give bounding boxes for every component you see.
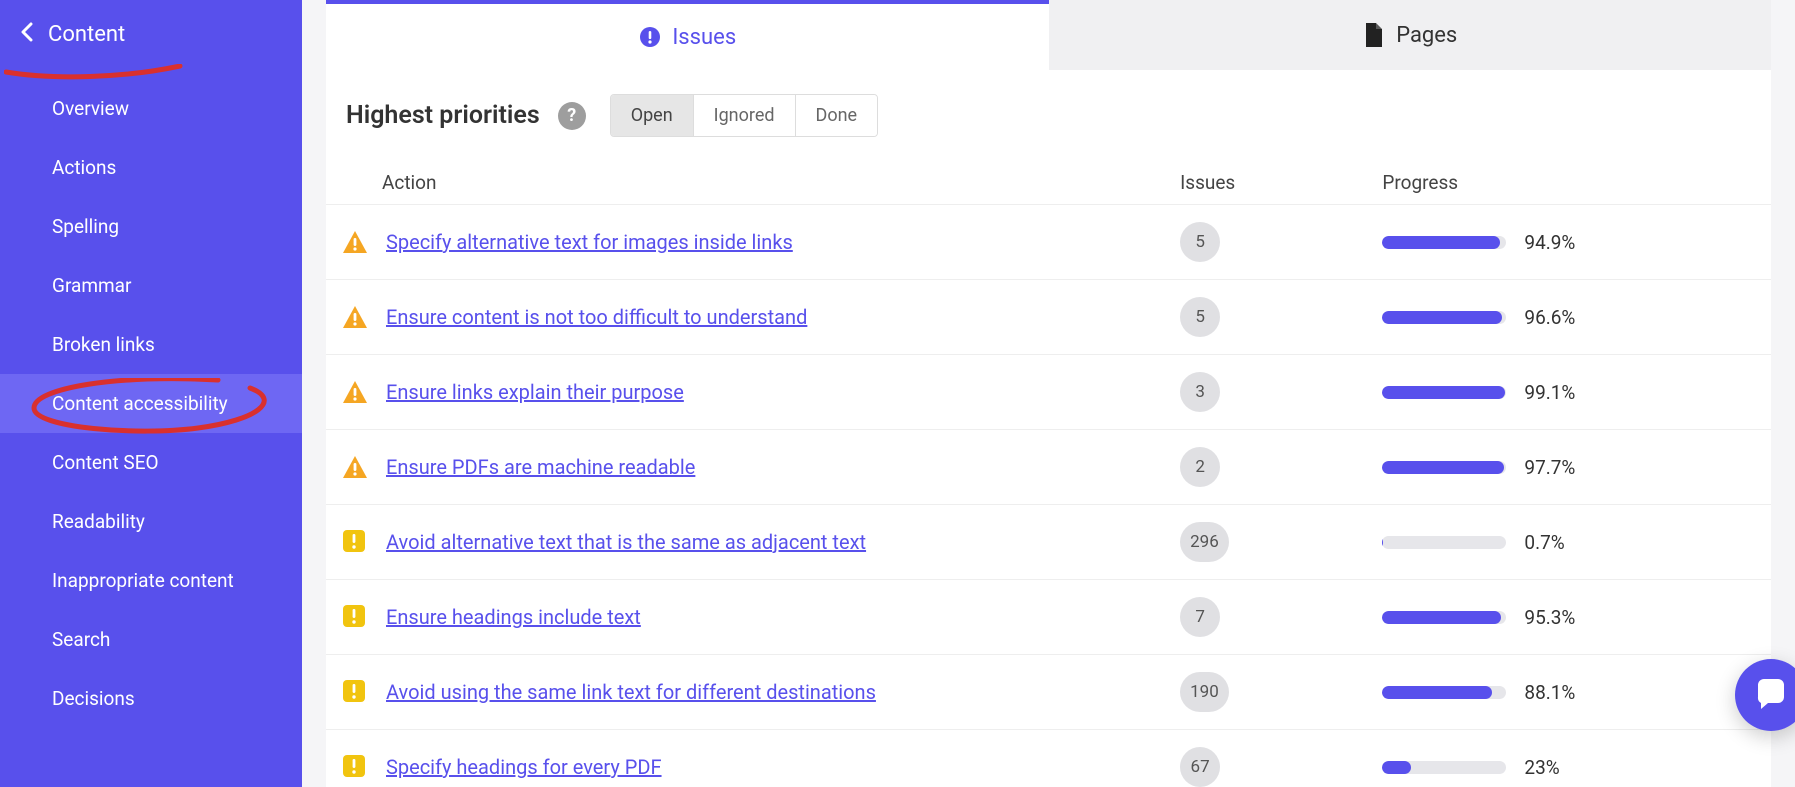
col-issues: Issues <box>1164 161 1366 205</box>
table-row: Avoid alternative text that is the same … <box>326 505 1771 580</box>
filter-ignored[interactable]: Ignored <box>694 95 796 136</box>
filter-segmented: Open Ignored Done <box>610 94 878 137</box>
sidebar-item-spelling[interactable]: Spelling <box>0 197 302 256</box>
sidebar-item-inappropriate-content[interactable]: Inappropriate content <box>0 551 302 610</box>
panel-title: Highest priorities <box>346 101 540 130</box>
main: Issues Pages Highest priorities ? Open I… <box>302 0 1795 787</box>
sidebar-title: Content <box>48 22 125 47</box>
chat-icon <box>1754 676 1788 714</box>
panel: Highest priorities ? Open Ignored Done A… <box>326 70 1771 787</box>
sidebar-item-content-accessibility[interactable]: Content accessibility <box>0 374 302 433</box>
progress-bar <box>1382 761 1506 774</box>
progress-percent: 0.7% <box>1524 531 1582 554</box>
issues-count-badge: 3 <box>1180 372 1220 412</box>
sidebar-item-label: Search <box>52 628 110 651</box>
progress-bar <box>1382 536 1506 549</box>
sidebar-item-grammar[interactable]: Grammar <box>0 256 302 315</box>
action-link[interactable]: Ensure headings include text <box>386 605 641 629</box>
warning-triangle-icon <box>342 229 368 255</box>
app-root: Content Overview Actions Spelling Grammar Br… <box>0 0 1795 787</box>
warning-square-icon <box>342 604 368 630</box>
panel-header: Highest priorities ? Open Ignored Done <box>326 70 1771 161</box>
sidebar-item-label: Inappropriate content <box>52 569 234 592</box>
document-icon <box>1362 23 1386 47</box>
priorities-rows: Specify alternative text for images insi… <box>326 205 1771 787</box>
warning-square-icon <box>342 529 368 555</box>
sidebar-item-label: Grammar <box>52 274 131 297</box>
table-row: Specify headings for every PDF 67 23% <box>326 730 1771 787</box>
progress-percent: 23% <box>1524 756 1582 779</box>
progress-percent: 95.3% <box>1524 606 1582 629</box>
issues-count-badge: 190 <box>1180 672 1229 712</box>
progress-percent: 94.9% <box>1524 231 1582 254</box>
table-row: Ensure content is not too difficult to u… <box>326 280 1771 355</box>
issues-count-badge: 7 <box>1180 597 1220 637</box>
table-row: Ensure headings include text 7 95.3% <box>326 580 1771 655</box>
issues-count-badge: 5 <box>1180 297 1220 337</box>
sidebar-item-actions[interactable]: Actions <box>0 138 302 197</box>
action-link[interactable]: Specify alternative text for images insi… <box>386 230 793 254</box>
table-row: Ensure links explain their purpose 3 99.1% <box>326 355 1771 430</box>
action-link[interactable]: Avoid using the same link text for diffe… <box>386 680 876 704</box>
sidebar-back[interactable]: Content <box>0 8 302 61</box>
action-link[interactable]: Ensure PDFs are machine readable <box>386 455 695 479</box>
sidebar-item-decisions[interactable]: Decisions <box>0 669 302 728</box>
warning-triangle-icon <box>342 379 368 405</box>
action-link[interactable]: Avoid alternative text that is the same … <box>386 530 866 554</box>
issues-count-badge: 67 <box>1180 747 1220 787</box>
table-row: Specify alternative text for images insi… <box>326 205 1771 280</box>
tab-issues-label: Issues <box>672 25 736 50</box>
warning-triangle-icon <box>342 304 368 330</box>
sidebar: Content Overview Actions Spelling Grammar Br… <box>0 0 302 787</box>
tab-pages[interactable]: Pages <box>1049 0 1772 70</box>
chevron-left-icon <box>20 22 36 47</box>
sidebar-item-label: Spelling <box>52 215 119 238</box>
col-progress: Progress <box>1366 161 1771 205</box>
warning-triangle-icon <box>342 454 368 480</box>
sidebar-item-label: Content SEO <box>52 451 159 474</box>
progress-percent: 88.1% <box>1524 681 1582 704</box>
progress-percent: 97.7% <box>1524 456 1582 479</box>
sidebar-item-label: Broken links <box>52 333 155 356</box>
progress-bar <box>1382 236 1506 249</box>
progress-percent: 99.1% <box>1524 381 1582 404</box>
warning-square-icon <box>342 754 368 780</box>
sidebar-item-label: Overview <box>52 97 129 120</box>
issues-count-badge: 5 <box>1180 222 1220 262</box>
tab-issues[interactable]: Issues <box>326 0 1049 70</box>
table-row: Ensure PDFs are machine readable 2 97.7% <box>326 430 1771 505</box>
action-link[interactable]: Ensure links explain their purpose <box>386 380 684 404</box>
progress-bar <box>1382 686 1506 699</box>
sidebar-item-readability[interactable]: Readability <box>0 492 302 551</box>
warning-square-icon <box>342 679 368 705</box>
progress-percent: 96.6% <box>1524 306 1582 329</box>
sidebar-item-label: Actions <box>52 156 116 179</box>
help-icon[interactable]: ? <box>558 102 586 130</box>
table-row: Avoid using the same link text for diffe… <box>326 655 1771 730</box>
priorities-table: Action Issues Progress Specify alternati… <box>326 161 1771 787</box>
action-link[interactable]: Ensure content is not too difficult to u… <box>386 305 807 329</box>
sidebar-nav: Overview Actions Spelling Grammar Broken lin… <box>0 79 302 728</box>
tab-pages-label: Pages <box>1396 23 1457 48</box>
sidebar-item-label: Decisions <box>52 687 135 710</box>
action-link[interactable]: Specify headings for every PDF <box>386 755 662 779</box>
progress-bar <box>1382 611 1506 624</box>
sidebar-item-label: Content accessibility <box>52 392 228 415</box>
progress-bar <box>1382 386 1506 399</box>
tabs: Issues Pages <box>326 0 1771 70</box>
col-action: Action <box>326 161 1164 205</box>
sidebar-item-overview[interactable]: Overview <box>0 79 302 138</box>
sidebar-item-broken-links[interactable]: Broken links <box>0 315 302 374</box>
sidebar-item-content-seo[interactable]: Content SEO <box>0 433 302 492</box>
sidebar-item-search[interactable]: Search <box>0 610 302 669</box>
exclamation-circle-icon <box>638 25 662 49</box>
filter-done[interactable]: Done <box>796 95 878 136</box>
issues-count-badge: 2 <box>1180 447 1220 487</box>
filter-open[interactable]: Open <box>611 95 694 136</box>
issues-count-badge: 296 <box>1180 522 1229 562</box>
sidebar-item-label: Readability <box>52 510 145 533</box>
progress-bar <box>1382 461 1506 474</box>
progress-bar <box>1382 311 1506 324</box>
